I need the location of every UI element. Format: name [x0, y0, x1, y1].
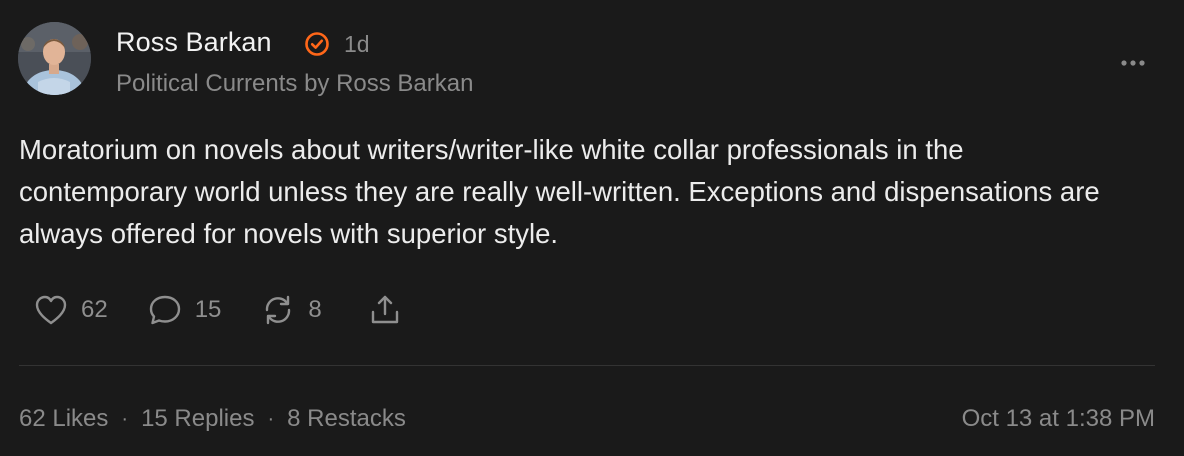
- heart-icon: [35, 295, 67, 325]
- avatar-image: [18, 22, 91, 95]
- replies-stat[interactable]: 15 Replies: [141, 405, 254, 433]
- post-date[interactable]: Oct 13 at 1:38 PM: [962, 405, 1155, 433]
- note-card: Ross Barkan 1d Political Currents by Ros…: [0, 0, 1184, 456]
- action-bar: 62 15 8: [34, 290, 402, 330]
- share-button[interactable]: [368, 293, 402, 327]
- author-name[interactable]: Ross Barkan: [116, 27, 272, 58]
- restacks-stat[interactable]: 8 Restacks: [287, 405, 406, 433]
- engagement-stats: 62 Likes · 15 Replies · 8 Restacks: [19, 405, 406, 433]
- like-button[interactable]: 62: [34, 294, 108, 326]
- comment-icon: [149, 295, 180, 325]
- reply-button[interactable]: 15: [148, 293, 222, 327]
- note-body: Moratorium on novels about writers/write…: [19, 134, 1100, 249]
- reply-count: 15: [194, 296, 222, 323]
- avatar[interactable]: [18, 22, 91, 95]
- restack-icon: [266, 295, 291, 325]
- more-options-button[interactable]: [1118, 52, 1148, 74]
- ellipsis-icon: [1121, 60, 1145, 66]
- share-icon: [371, 295, 398, 324]
- restack-count: 8: [308, 296, 322, 323]
- publication-name[interactable]: Political Currents by Ross Barkan: [116, 70, 473, 98]
- restack-button[interactable]: 8: [261, 293, 322, 327]
- check-badge-icon: [305, 32, 329, 56]
- stat-separator: ·: [267, 407, 275, 430]
- likes-stat[interactable]: 62 Likes: [19, 405, 108, 433]
- divider: [19, 365, 1155, 366]
- like-count: 62: [81, 296, 108, 323]
- time-ago[interactable]: 1d: [344, 31, 370, 58]
- stat-separator: ·: [121, 407, 129, 430]
